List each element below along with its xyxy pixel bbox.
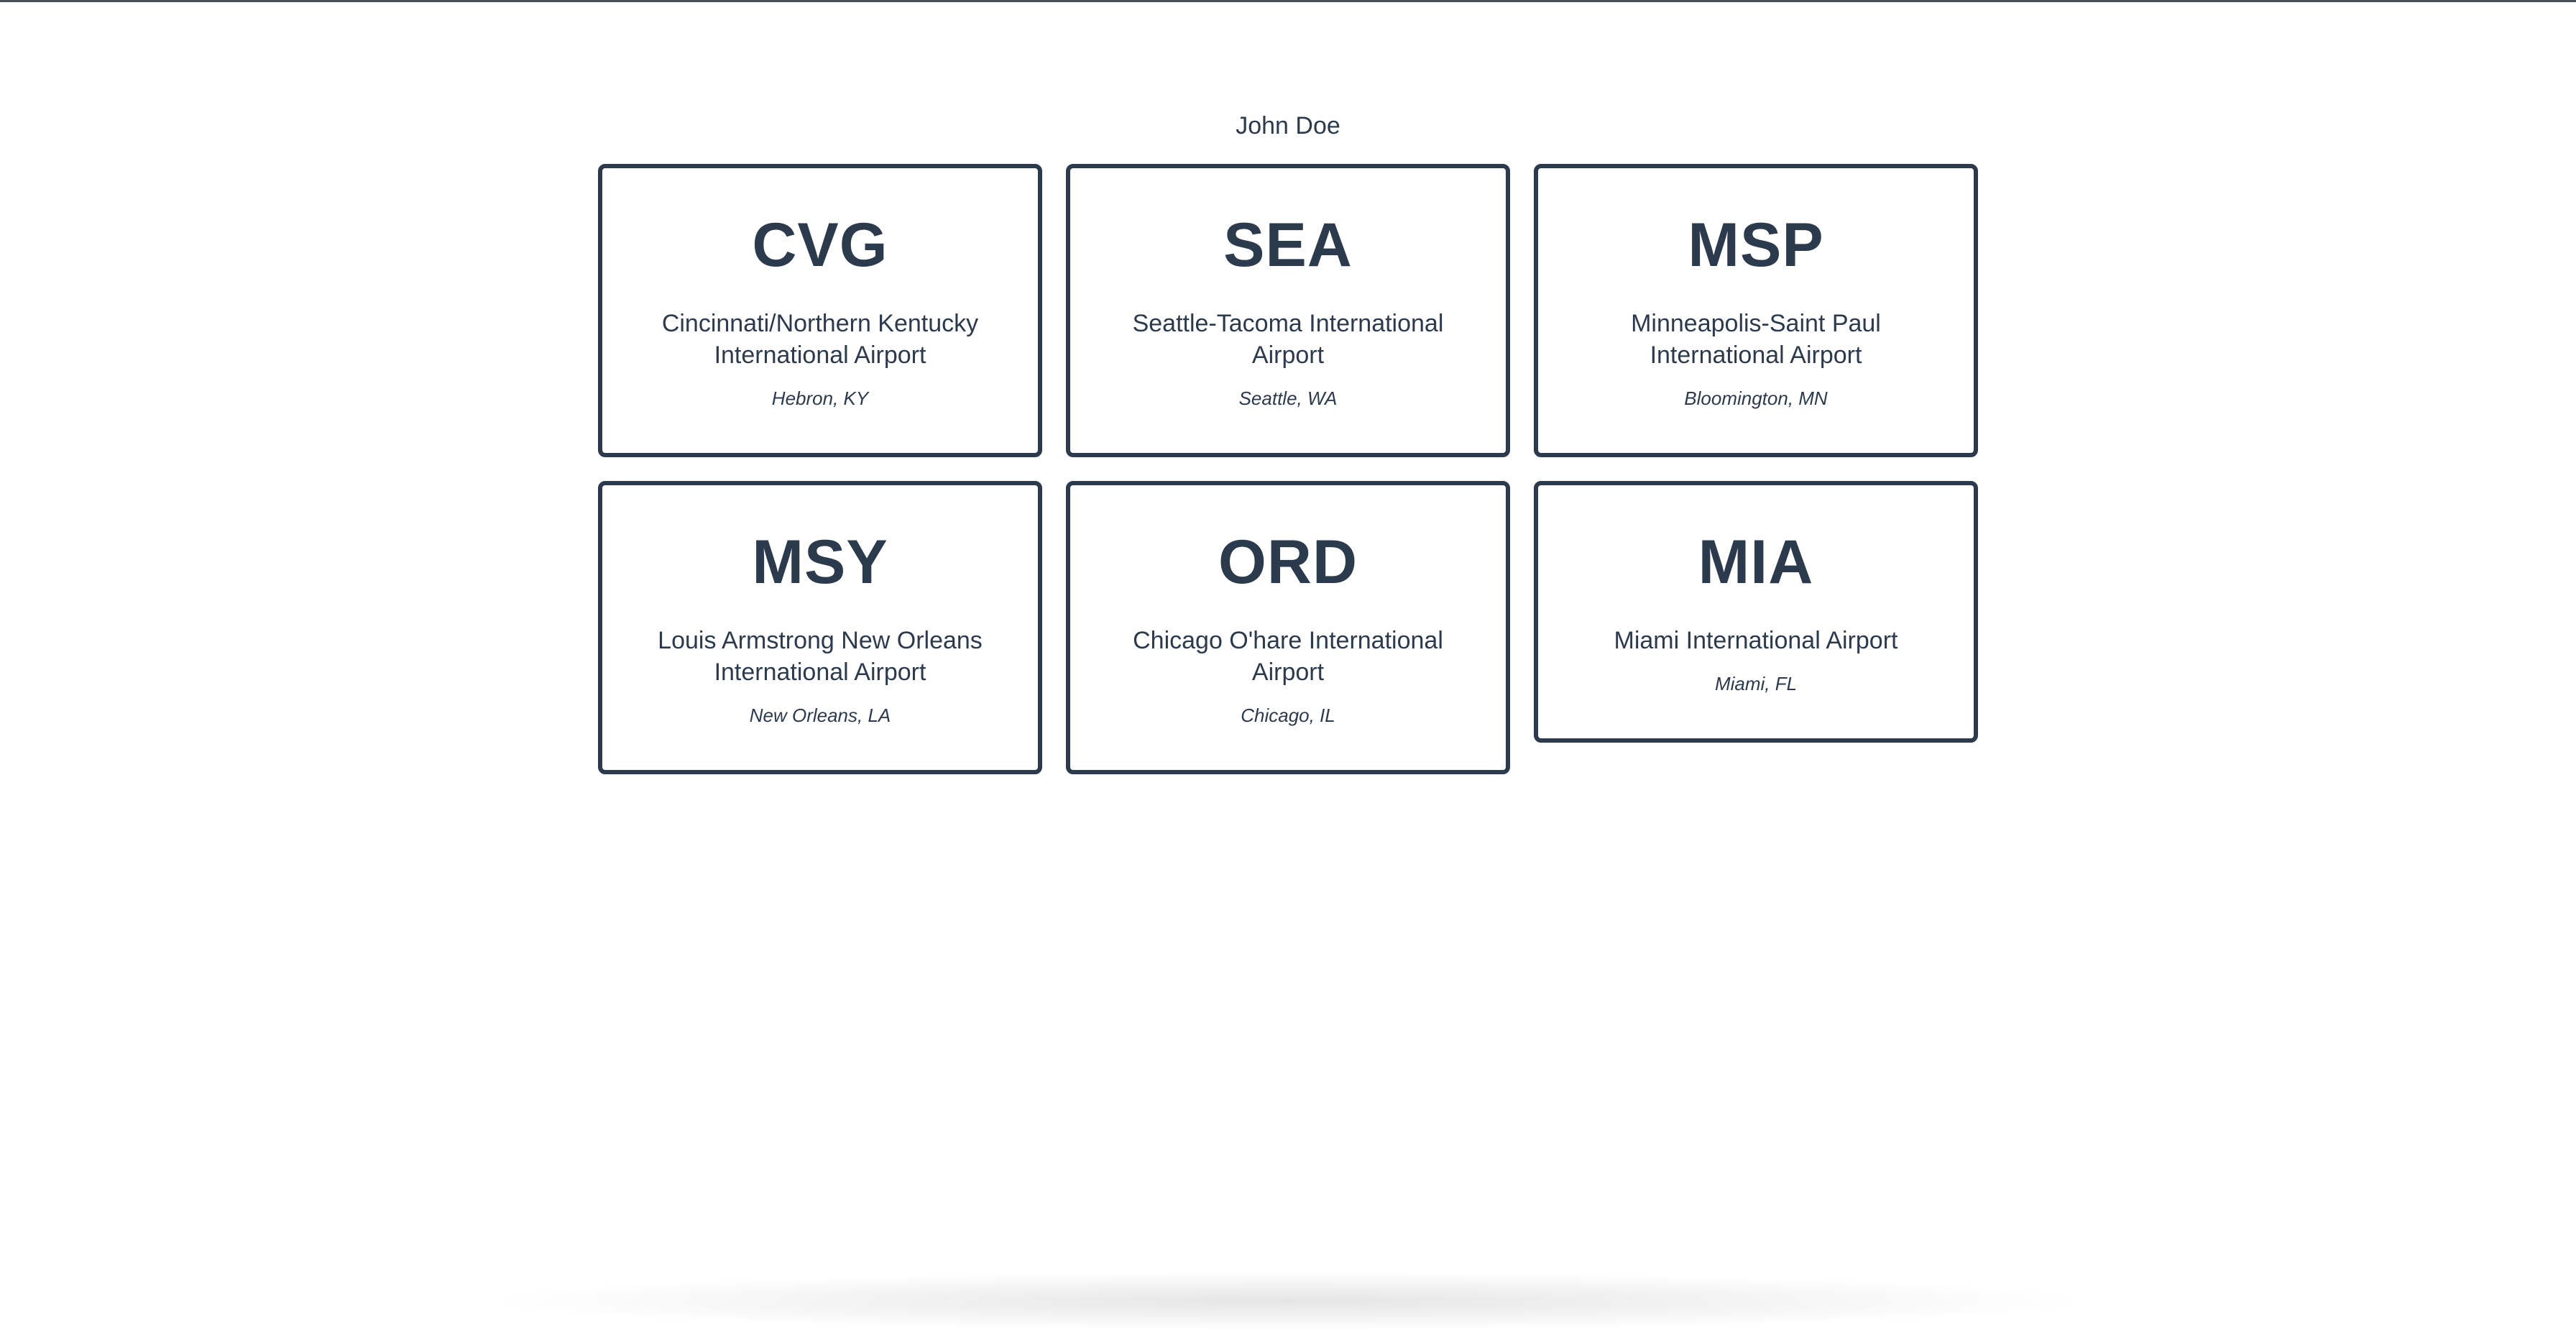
airport-name: Seattle-Tacoma International Airport bbox=[1132, 310, 1444, 369]
airport-code: SEA bbox=[1223, 211, 1353, 280]
bottom-panel-shadow bbox=[503, 1272, 2073, 1330]
airport-name: Minneapolis-Saint Paul International Air… bbox=[1631, 310, 1881, 369]
airport-code: MIA bbox=[1698, 528, 1814, 597]
airport-location: Chicago, IL bbox=[1241, 705, 1335, 726]
airport-code: MSY bbox=[752, 528, 888, 597]
airport-grid: CVG Cincinnati/Northern Kentucky Interna… bbox=[598, 164, 1978, 774]
airport-code: CVG bbox=[752, 211, 888, 280]
airport-location: Seattle, WA bbox=[1238, 387, 1338, 409]
airport-card-cvg[interactable]: CVG Cincinnati/Northern Kentucky Interna… bbox=[598, 164, 1042, 457]
airport-code: MSP bbox=[1688, 211, 1824, 280]
top-border bbox=[0, 0, 2576, 2]
airport-location: New Orleans, LA bbox=[749, 705, 891, 726]
airport-location: Miami, FL bbox=[1714, 673, 1798, 694]
airport-name: Miami International Airport bbox=[1614, 627, 1898, 654]
airport-location: Hebron, KY bbox=[771, 387, 869, 409]
airport-card-msy[interactable]: MSY Louis Armstrong New Orleans Internat… bbox=[598, 481, 1042, 774]
airport-card-sea[interactable]: SEA Seattle-Tacoma International Airport… bbox=[1066, 164, 1510, 457]
airport-code: ORD bbox=[1218, 528, 1358, 597]
airport-card-msp[interactable]: MSP Minneapolis-Saint Paul International… bbox=[1534, 164, 1978, 457]
user-name: John Doe bbox=[1236, 112, 1340, 139]
airport-card-ord[interactable]: ORD Chicago O'hare International Airport… bbox=[1066, 481, 1510, 774]
airport-location: Bloomington, MN bbox=[1684, 387, 1828, 409]
airport-name: Chicago O'hare International Airport bbox=[1133, 627, 1443, 686]
airport-name: Cincinnati/Northern Kentucky Internation… bbox=[661, 310, 979, 369]
airport-name: Louis Armstrong New Orleans Internationa… bbox=[658, 627, 983, 686]
airport-card-mia[interactable]: MIA Miami International Airport Miami, F… bbox=[1534, 481, 1978, 743]
